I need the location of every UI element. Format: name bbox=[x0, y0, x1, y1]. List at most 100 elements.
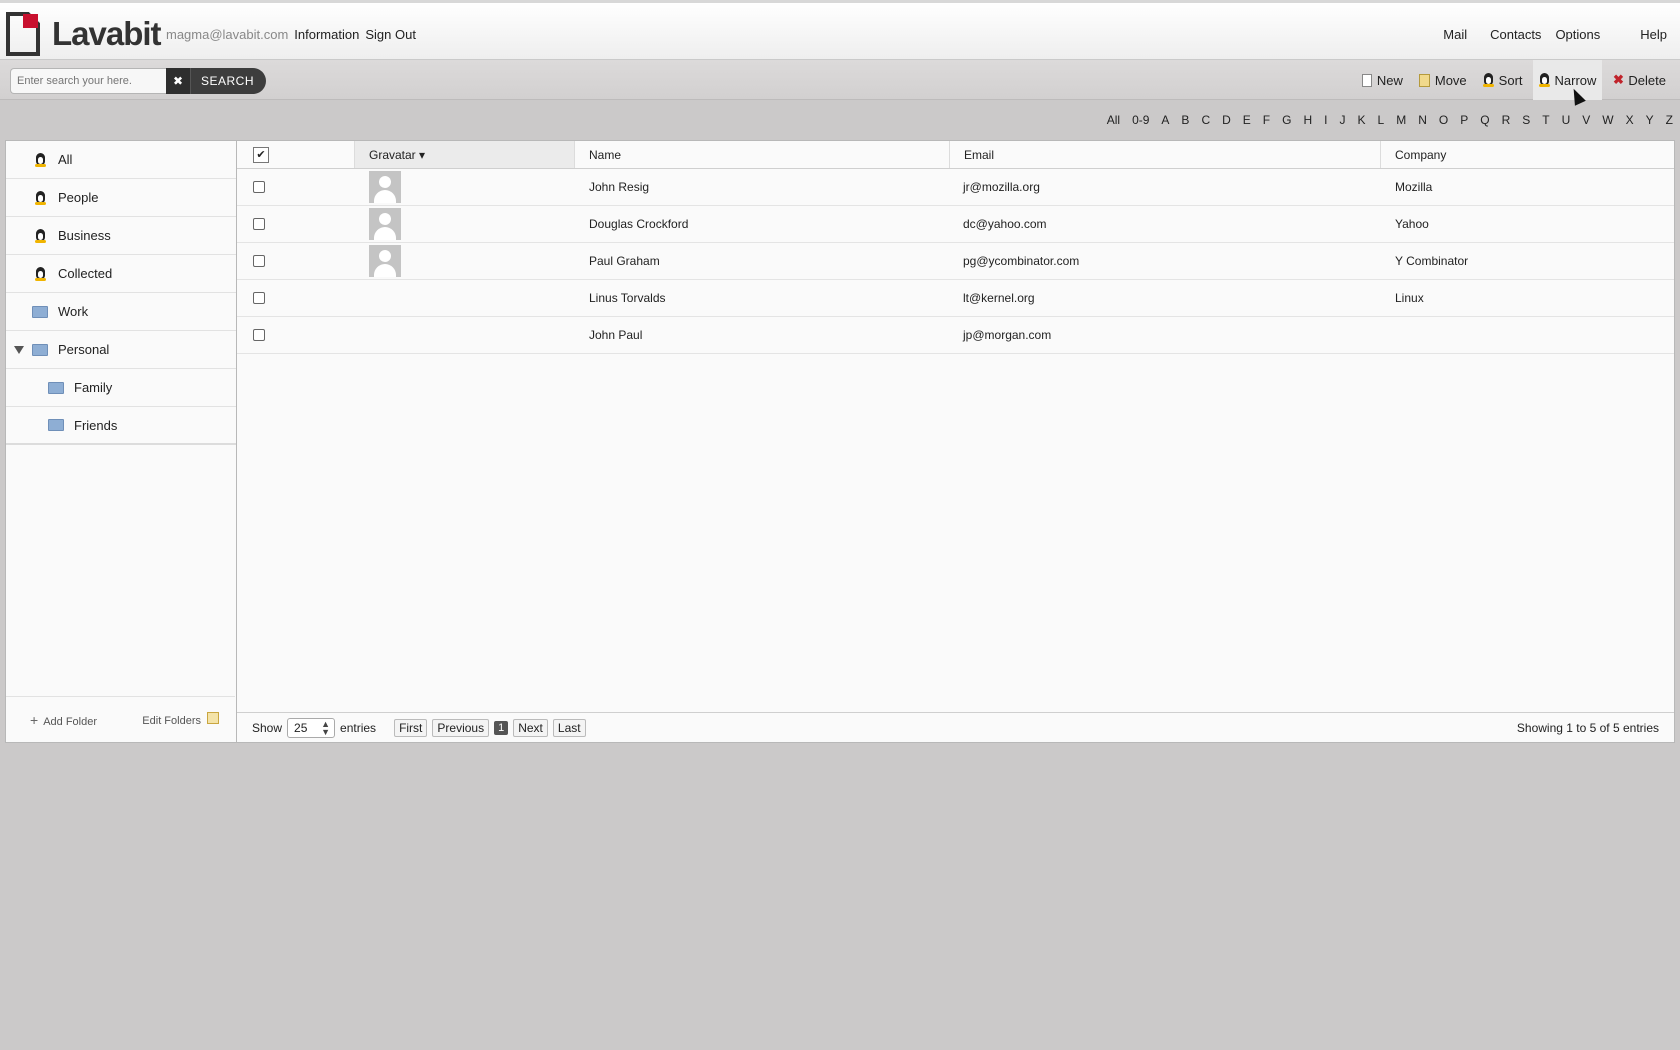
sidebar-item-business[interactable]: Business bbox=[6, 217, 236, 255]
column-header-company[interactable]: Company bbox=[1381, 141, 1674, 168]
toolbar: ✖ SEARCH New Move Sort Narrow ✖ Delete bbox=[0, 60, 1680, 100]
letter-filter-item[interactable]: Z bbox=[1666, 113, 1673, 127]
row-checkbox[interactable] bbox=[253, 292, 265, 304]
sidebar-item-friends[interactable]: Friends bbox=[6, 407, 236, 445]
select-all-checkbox[interactable]: ✔ bbox=[253, 146, 269, 163]
top-bar: Lavabit magma@lavabit.com Information Si… bbox=[0, 0, 1680, 60]
folder-sidebar: All People Business Collected Work Perso… bbox=[6, 141, 237, 742]
folder-icon bbox=[32, 343, 48, 356]
contact-company: Linux bbox=[1395, 291, 1424, 305]
letter-filter-item[interactable]: W bbox=[1602, 113, 1613, 127]
letter-filter-item[interactable]: All bbox=[1107, 113, 1120, 127]
letter-filter-item[interactable]: V bbox=[1582, 113, 1590, 127]
row-checkbox[interactable] bbox=[253, 329, 265, 341]
table-row[interactable]: John Paul jp@morgan.com bbox=[237, 317, 1674, 354]
letter-filter-item[interactable]: 0-9 bbox=[1132, 113, 1149, 127]
table-row[interactable]: Douglas Crockford dc@yahoo.com Yahoo bbox=[237, 206, 1674, 243]
clear-search-icon[interactable]: ✖ bbox=[166, 68, 190, 94]
letter-filter-item[interactable]: C bbox=[1201, 113, 1210, 127]
sign-out-link[interactable]: Sign Out bbox=[365, 27, 416, 42]
table-body: John Resig jr@mozilla.org Mozilla Douglas C… bbox=[237, 169, 1674, 354]
nav-options[interactable]: Options bbox=[1555, 27, 1600, 42]
row-checkbox[interactable] bbox=[253, 218, 265, 230]
sidebar-item-family[interactable]: Family bbox=[6, 369, 236, 407]
delete-button[interactable]: ✖ Delete bbox=[1606, 60, 1672, 100]
add-folder-button[interactable]: + Add Folder bbox=[30, 712, 97, 728]
contacts-panel: All People Business Collected Work Perso… bbox=[5, 140, 1675, 743]
app-name: Lavabit bbox=[52, 15, 162, 52]
contact-email: dc@yahoo.com bbox=[963, 217, 1047, 231]
table-row[interactable]: John Resig jr@mozilla.org Mozilla bbox=[237, 169, 1674, 206]
table-header: ✔ Gravatar ▾ Name Email Company bbox=[237, 141, 1674, 169]
letter-filter-item[interactable]: D bbox=[1222, 113, 1231, 127]
sidebar-item-people[interactable]: People bbox=[6, 179, 236, 217]
last-page-button[interactable]: Last bbox=[552, 718, 586, 737]
penguin-icon bbox=[32, 228, 48, 243]
sidebar-item-all[interactable]: All bbox=[6, 141, 236, 179]
letter-filter-item[interactable]: X bbox=[1626, 113, 1634, 127]
table-row[interactable]: Paul Graham pg@ycombinator.com Y Combinato… bbox=[237, 243, 1674, 280]
contact-company: Mozilla bbox=[1395, 180, 1433, 194]
letter-filter-item[interactable]: Q bbox=[1480, 113, 1489, 127]
table-row[interactable]: Linus Torvalds lt@kernel.org Linux bbox=[237, 280, 1674, 317]
lavabit-logo[interactable]: Lavabit bbox=[6, 12, 162, 56]
sort-label: Sort bbox=[1498, 72, 1523, 88]
row-checkbox[interactable] bbox=[253, 181, 265, 193]
add-folder-label: Add Folder bbox=[43, 715, 97, 728]
letter-filter-item[interactable]: O bbox=[1439, 113, 1448, 127]
contact-email: jr@mozilla.org bbox=[963, 180, 1040, 194]
letter-filter-item[interactable]: S bbox=[1522, 113, 1530, 127]
column-header-name[interactable]: Name bbox=[575, 141, 950, 168]
next-page-button[interactable]: Next bbox=[513, 718, 548, 737]
narrow-button[interactable]: Narrow bbox=[1532, 60, 1603, 100]
letter-filter-item[interactable]: R bbox=[1502, 113, 1511, 127]
row-checkbox-cell bbox=[237, 243, 355, 279]
account-email: magma@lavabit.com bbox=[166, 27, 289, 42]
sidebar-item-collected[interactable]: Collected bbox=[6, 255, 236, 293]
search-button[interactable]: SEARCH bbox=[190, 68, 267, 94]
new-button[interactable]: New bbox=[1355, 60, 1409, 100]
delete-x-icon: ✖ bbox=[1612, 72, 1624, 87]
letter-filter-item[interactable]: H bbox=[1303, 113, 1312, 127]
letter-filter-item[interactable]: M bbox=[1396, 113, 1406, 127]
letter-filter-item[interactable]: Y bbox=[1646, 113, 1654, 127]
letter-filter-item[interactable]: E bbox=[1243, 113, 1251, 127]
letter-filter-item[interactable]: T bbox=[1542, 113, 1549, 127]
sidebar-item-work[interactable]: Work bbox=[6, 293, 236, 331]
letter-filter-item[interactable]: I bbox=[1324, 113, 1327, 127]
letter-filter-item[interactable]: J bbox=[1340, 113, 1346, 127]
letter-filter-item[interactable]: A bbox=[1161, 113, 1169, 127]
sidebar-item-personal[interactable]: Personal bbox=[6, 331, 236, 369]
previous-page-button[interactable]: Previous bbox=[432, 718, 490, 737]
main-nav: Mail Contacts Options Help bbox=[1423, 27, 1667, 42]
letter-filter-item[interactable]: K bbox=[1358, 113, 1366, 127]
nav-mail[interactable]: Mail bbox=[1443, 27, 1467, 42]
letter-filter-item[interactable]: N bbox=[1418, 113, 1427, 127]
contacts-table: ✔ Gravatar ▾ Name Email Company John Res… bbox=[237, 141, 1674, 742]
letter-filter-item[interactable]: B bbox=[1181, 113, 1189, 127]
nav-contacts[interactable]: Contacts bbox=[1490, 27, 1541, 42]
current-page-button[interactable]: 1 bbox=[494, 720, 509, 735]
letter-filter-item[interactable]: G bbox=[1282, 113, 1291, 127]
nav-help[interactable]: Help bbox=[1640, 27, 1667, 42]
letter-filter-item[interactable]: L bbox=[1378, 113, 1385, 127]
column-header-gravatar[interactable]: Gravatar ▾ bbox=[355, 141, 575, 168]
move-button[interactable]: Move bbox=[1413, 60, 1473, 100]
move-label: Move bbox=[1434, 72, 1467, 88]
entries-per-page-value: 25 bbox=[294, 720, 308, 735]
gravatar-cell bbox=[355, 280, 575, 316]
search-input[interactable] bbox=[10, 68, 166, 94]
letter-filter-item[interactable]: P bbox=[1460, 113, 1468, 127]
contact-name: Linus Torvalds bbox=[589, 291, 666, 305]
information-link[interactable]: Information bbox=[294, 27, 359, 42]
letter-filter-item[interactable]: F bbox=[1263, 113, 1270, 127]
column-header-email[interactable]: Email bbox=[950, 141, 1381, 168]
letter-filter-item[interactable]: U bbox=[1562, 113, 1571, 127]
sidebar-item-label: Work bbox=[58, 304, 89, 319]
collapse-triangle-icon[interactable] bbox=[14, 346, 24, 354]
edit-folders-button[interactable]: Edit Folders bbox=[142, 712, 219, 727]
first-page-button[interactable]: First bbox=[394, 718, 428, 737]
sort-button[interactable]: Sort bbox=[1477, 60, 1529, 100]
entries-per-page-select[interactable]: 25 ▲ ▼ bbox=[287, 717, 336, 738]
row-checkbox[interactable] bbox=[253, 255, 265, 267]
